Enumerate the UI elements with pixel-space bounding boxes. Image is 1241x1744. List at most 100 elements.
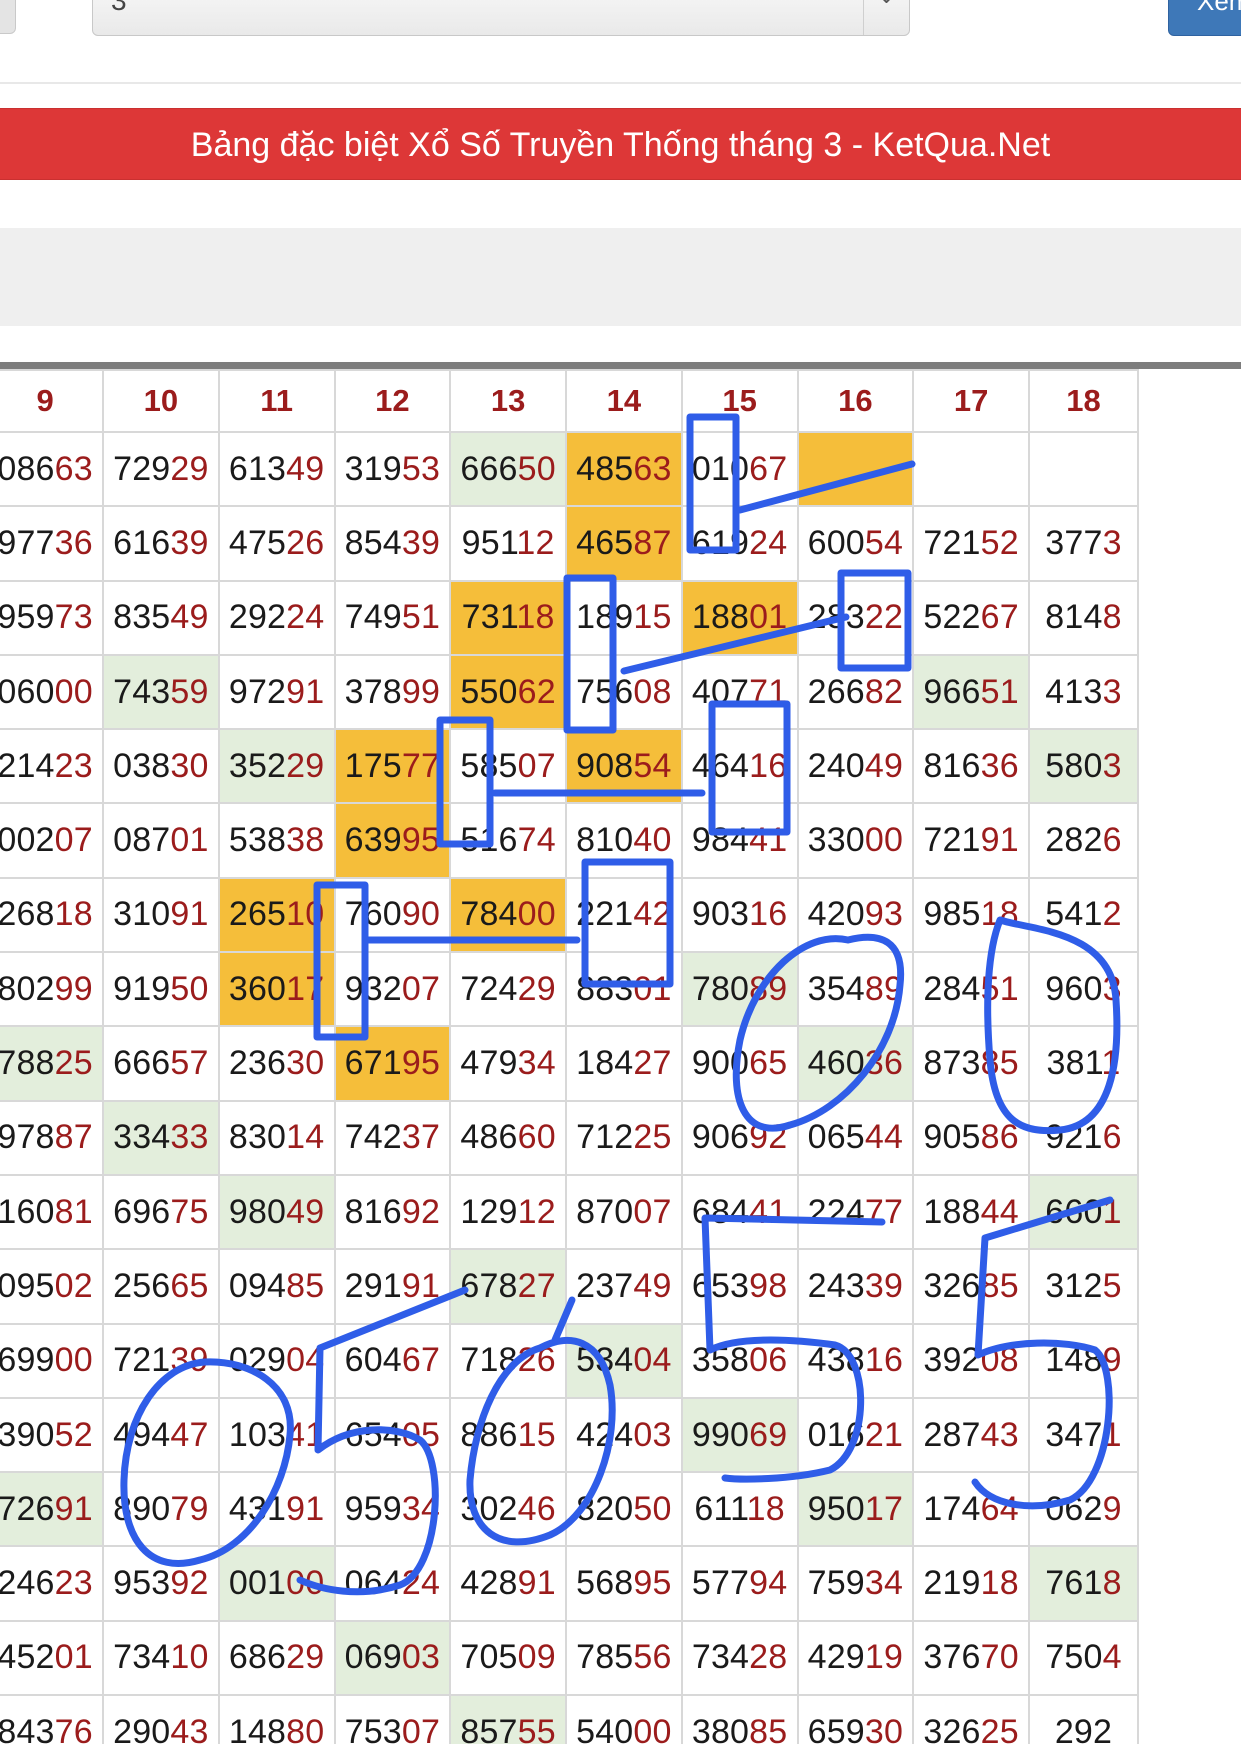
result-tail-digits: 00 [864, 821, 904, 860]
view-button[interactable]: Xem [1168, 0, 1241, 36]
result-cell: 01067 [680, 430, 799, 508]
result-tail-digits: 28 [749, 1638, 788, 1677]
result-head-digits: 016 [807, 1415, 865, 1454]
month-select[interactable]: 3 ⌄ [92, 0, 910, 36]
result-tail-digits: 43 [170, 1712, 209, 1744]
result-cell: 17577 [333, 728, 452, 805]
column-header: 10 [102, 369, 220, 433]
result-tail-digits: 33 [170, 1118, 209, 1157]
result-head-digits: 221 [576, 895, 634, 934]
result-cell: 5412 [1028, 876, 1139, 954]
result-cell [912, 430, 1030, 508]
result-tail-digits: 95 [633, 1564, 672, 1603]
result-head-digits: 240 [807, 746, 865, 785]
result-head-digits: 214 [0, 746, 55, 785]
result-tail-digits: 03 [401, 1638, 441, 1677]
table-row: 0726918907943191959343024682050611189501… [0, 1471, 1139, 1548]
result-cell: 00207 [0, 802, 104, 879]
result-tail-digits: 91 [54, 1489, 93, 1528]
result-cell: 2826 [1028, 802, 1139, 879]
result-head-digits: 069 [344, 1638, 402, 1677]
result-head-digits: 854 [344, 523, 402, 562]
result-tail-digits: 91 [980, 821, 1019, 860]
result-tail-digits: 8 [1102, 598, 1122, 637]
result-cell: 8148 [1028, 579, 1139, 656]
result-cell: 61924 [680, 505, 799, 582]
result-cell: 35229 [217, 728, 336, 805]
result-tail-digits: 52 [980, 523, 1019, 562]
result-tail-digits: 91 [286, 672, 325, 711]
result-cell: 81040 [565, 802, 683, 879]
result-cell: 43816 [796, 1322, 915, 1399]
result-tail-digits: 39 [401, 523, 441, 562]
result-head-digits: 753 [344, 1712, 402, 1744]
result-tail-digits: 18 [980, 1564, 1019, 1603]
result-tail-digits: 87 [54, 1118, 93, 1157]
result-cell: 72429 [449, 951, 567, 1028]
result-tail-digits: 53 [401, 449, 441, 488]
table-title: Bảng đặc biệt Xổ Số Truyền Thống tháng 3… [0, 108, 1241, 180]
result-tail-digits: 01 [633, 969, 672, 1008]
result-cell: 03830 [102, 728, 220, 805]
result-tail-digits: 82 [864, 672, 904, 711]
result-tail-digits: 99 [54, 969, 93, 1008]
result-head-digits: 600 [807, 523, 865, 562]
result-cell: 72691 [0, 1471, 104, 1548]
chevron-down-icon[interactable]: ⌄ [863, 0, 909, 35]
result-tail-digits: 16 [749, 895, 788, 934]
result-cell: 39052 [0, 1396, 104, 1474]
result-cell: 5803 [1028, 728, 1139, 805]
result-cell: 88615 [449, 1396, 567, 1474]
result-head-digits: 580 [1045, 746, 1103, 785]
result-cell: 73410 [102, 1619, 220, 1697]
result-cell: 80299 [0, 951, 104, 1028]
result-tail-digits: 73 [54, 598, 93, 637]
result-tail-digits: 8 [1102, 1564, 1122, 1603]
result-tail-digits: 50 [170, 969, 209, 1008]
result-head-digits: 352 [228, 746, 287, 785]
result-head-digits: 494 [113, 1415, 171, 1454]
result-cell: 42919 [796, 1619, 915, 1697]
result-cell: 46036 [796, 1025, 915, 1102]
result-head-digits: 788 [0, 1044, 55, 1083]
result-tail-digits: 9 [1102, 1489, 1122, 1528]
result-head-digits: 932 [344, 969, 402, 1008]
result-head-digits: 347 [1045, 1415, 1103, 1454]
result-cell: 84376 [0, 1694, 104, 1744]
result-head-digits: 977 [0, 523, 55, 562]
result-head-digits: 611 [694, 1489, 747, 1528]
day-select-stub[interactable] [0, 0, 16, 34]
result-tail-digits: 67 [980, 598, 1019, 637]
result-head-digits: 358 [691, 1341, 750, 1380]
result-cell: 40771 [680, 653, 799, 731]
result-tail-digits: 9 [1102, 1341, 1122, 1380]
result-tail-digits: 49 [633, 1266, 672, 1305]
result-cell: 97736 [0, 505, 104, 582]
result-tail-digits: 89 [749, 969, 788, 1008]
result-cell: 54000 [565, 1694, 683, 1744]
result-cell: 53404 [565, 1322, 683, 1399]
result-head-digits: 287 [923, 1415, 981, 1454]
result-head-digits: 780 [691, 969, 750, 1008]
result-tail-digits: 85 [980, 1044, 1019, 1083]
result-tail-digits: 39 [170, 1341, 209, 1380]
result-cell: 35489 [796, 951, 915, 1028]
result-tail-digits: 3 [1102, 746, 1122, 785]
column-header: 15 [680, 369, 799, 433]
result-tail-digits: 14 [286, 1118, 325, 1157]
result-tail-digits: 09 [517, 1638, 556, 1677]
result-tail-digits: 6 [1102, 821, 1122, 860]
result-tail-digits: 25 [633, 1118, 672, 1157]
result-head-digits: 282 [1045, 821, 1103, 860]
table-body: 3086637292961349319536665048563010679977… [0, 430, 1139, 1744]
result-tail-digits: 00 [633, 1712, 672, 1744]
result-cell: 30246 [449, 1471, 567, 1548]
result-tail-digits: 23 [54, 1564, 93, 1603]
result-tail-digits: 49 [286, 449, 325, 488]
result-head-digits: 760 [344, 895, 402, 934]
result-head-digits: 785 [576, 1638, 634, 1677]
result-head-digits: 095 [0, 1266, 55, 1305]
result-head-digits: 516 [460, 821, 518, 860]
result-tail-digits: 62 [517, 672, 556, 711]
result-head-digits: 678 [460, 1266, 518, 1305]
